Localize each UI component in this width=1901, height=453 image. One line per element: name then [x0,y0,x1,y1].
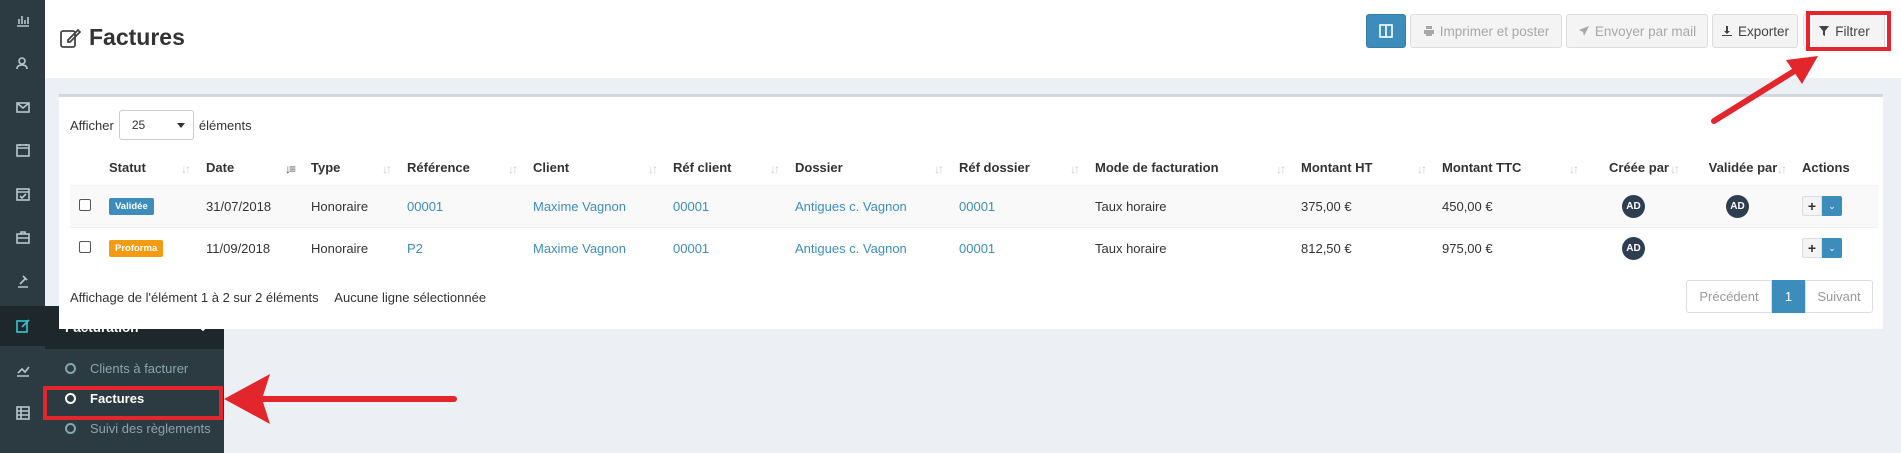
arrow-to-filter-icon [1711,56,1818,124]
arrow-to-invoices-icon [224,374,457,424]
annotation-arrows [224,56,1818,424]
